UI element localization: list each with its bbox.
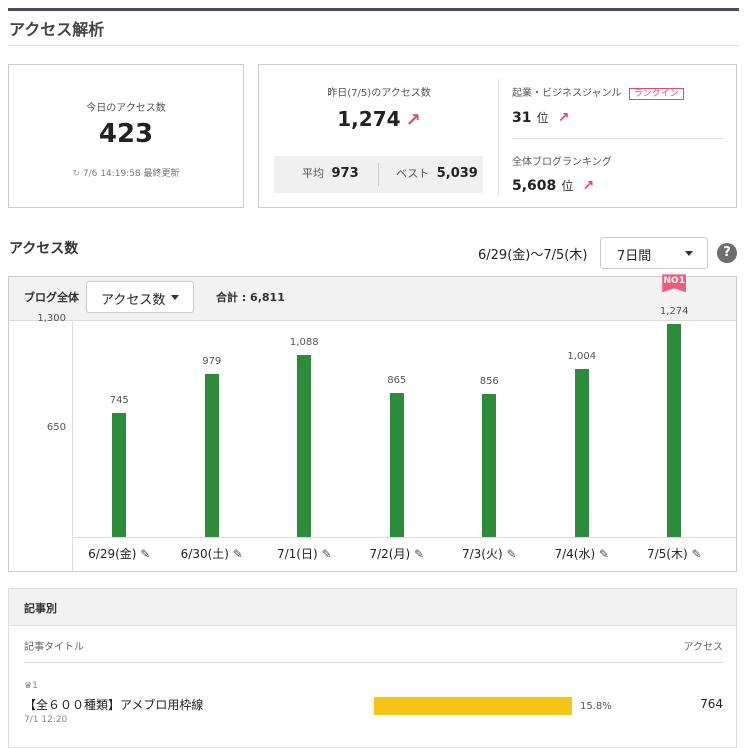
genre-rank-unit: 位 [536, 111, 549, 125]
pencil-icon[interactable]: ✎ [595, 547, 609, 561]
genre-ranking-header: 起業・ビジネスジャンル ランクイン [512, 84, 684, 101]
chevron-down-icon [171, 295, 179, 300]
today-label: 今日のアクセス数 [86, 103, 166, 114]
pencil-icon[interactable]: ✎ [136, 547, 150, 561]
genre-rank-row: 31 位 ↗ [512, 107, 569, 126]
articles-divider [24, 662, 723, 663]
articles-title: 記事別 [24, 602, 57, 615]
up-arrow-icon: ↗ [582, 178, 595, 194]
pencil-icon[interactable]: ✎ [229, 547, 243, 561]
metric-select[interactable]: アクセス数 [86, 281, 194, 313]
chevron-down-icon [685, 251, 693, 256]
rank-in-badge: ランクイン [628, 88, 684, 100]
articles-header: 記事別 [9, 589, 736, 626]
overall-rank-row: 5,608 位 ↗ [512, 175, 594, 194]
avg-value: 973 [331, 166, 359, 181]
today-card: 今日のアクセス数 423 ↻ 7/6 14:19:58 最終更新 [8, 64, 244, 208]
article-title-link[interactable]: 【全６００種類】アメブロ用枠線 [24, 696, 203, 713]
overall-label[interactable]: 全体ブログランキング [512, 153, 612, 168]
pencil-icon[interactable]: ✎ [318, 547, 331, 561]
metric-value: アクセス数 [101, 293, 166, 308]
article-share-bar [374, 697, 572, 715]
overall-rank-unit: 位 [561, 179, 574, 193]
summary-card: 昨日(7/5)のアクセス数 1,274 ↗ 平均 973 ベスト 5,039 起… [258, 64, 737, 208]
period-select[interactable]: 7日間 [600, 237, 708, 269]
best-label: ベスト [396, 167, 430, 180]
avg-label: 平均 [302, 167, 324, 180]
card-divider [498, 79, 499, 195]
pencil-icon[interactable]: ✎ [503, 547, 516, 561]
best-stat: ベスト 5,039 [396, 165, 478, 181]
total-label: 合計 : 6,811 [216, 291, 285, 304]
help-icon[interactable]: ? [717, 243, 737, 263]
today-count: 423 [98, 119, 154, 149]
article-date: 7/1 12:20 [24, 715, 68, 725]
last-updated-text: 7/6 14:19:58 最終更新 [82, 169, 180, 179]
pencil-icon[interactable]: ✎ [688, 547, 701, 561]
top-border [8, 8, 739, 11]
pencil-icon[interactable]: ✎ [410, 547, 424, 561]
genre-label[interactable]: 起業・ビジネスジャンル [512, 88, 622, 99]
article-rank: ♛1 [24, 681, 38, 691]
ranking-divider [512, 138, 724, 139]
access-section-title: アクセス数 [9, 241, 79, 257]
up-arrow-icon: ↗ [405, 110, 421, 131]
crown-icon: ♛ [24, 681, 33, 691]
scope-label: ブログ全体 [24, 291, 79, 304]
page-title: アクセス解析 [9, 20, 105, 39]
yesterday-count: 1,274 [337, 107, 401, 131]
up-arrow-icon: ↗ [557, 110, 570, 126]
best-value: 5,039 [436, 166, 478, 181]
stats-divider [378, 163, 379, 186]
overall-rank: 5,608 [512, 178, 557, 194]
yesterday-label: 昨日(7/5)のアクセス数 [327, 88, 431, 99]
yesterday-count-row: 1,274 ↗ [259, 107, 499, 131]
col-title-header[interactable]: 記事タイトル [24, 638, 84, 653]
article-rank-number: 1 [32, 681, 38, 691]
date-range: 6/29(金)～7/5(木) [478, 248, 588, 263]
last-updated: ↻ 7/6 14:19:58 最終更新 [9, 166, 243, 179]
article-share-percent: 15.8% [580, 701, 612, 712]
stats-box: 平均 973 ベスト 5,039 [274, 156, 483, 193]
articles-panel: 記事別 記事タイトル アクセス ♛1 【全６００種類】アメブロ用枠線 7/1 1… [8, 588, 737, 748]
chart-panel: ブログ全体 アクセス数 合計 : 6,811 [8, 276, 737, 572]
article-access-count: 764 [700, 697, 723, 711]
period-value: 7日間 [617, 249, 652, 264]
article-share-track [374, 697, 572, 715]
col-access-header[interactable]: アクセス [659, 638, 724, 653]
refresh-icon[interactable]: ↻ [72, 169, 80, 179]
title-divider [8, 45, 739, 46]
chart-toolbar: ブログ全体 アクセス数 合計 : 6,811 [9, 277, 736, 321]
avg-stat: 平均 973 [302, 165, 359, 181]
genre-rank: 31 [512, 110, 532, 126]
